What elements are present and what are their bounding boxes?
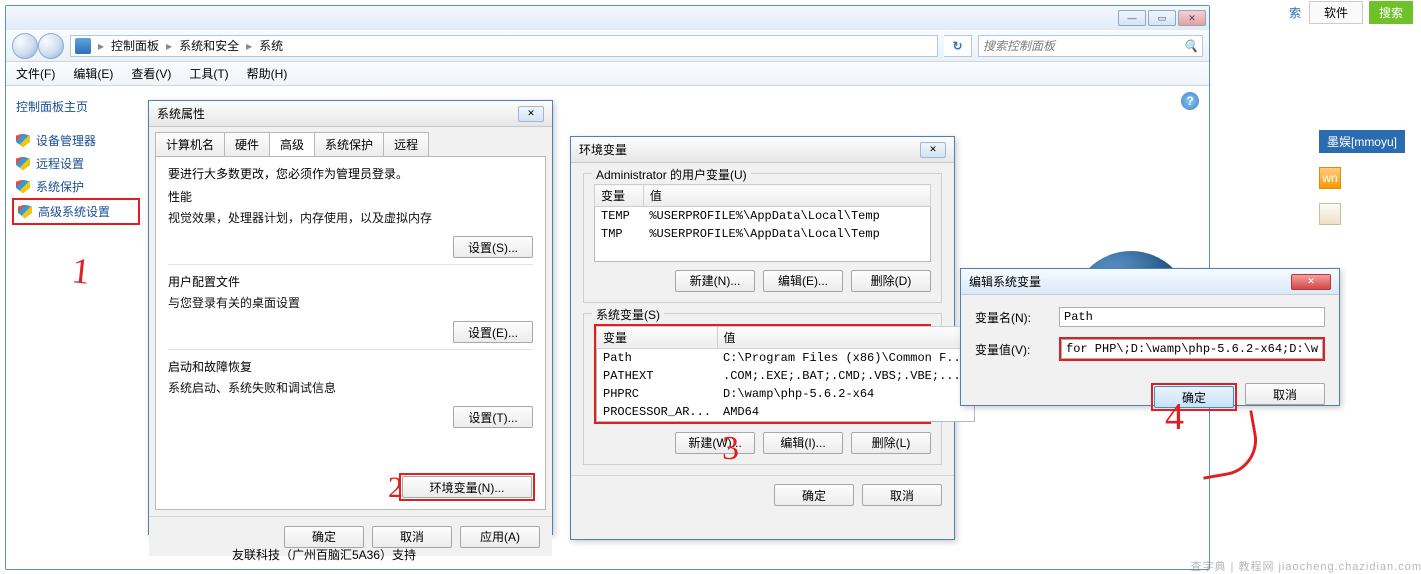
shield-icon [16, 180, 30, 194]
cp-titlebar: — ▭ ✕ [6, 6, 1209, 30]
search-icon[interactable]: 🔍 [1183, 39, 1198, 53]
link-device-mgr[interactable]: 设备管理器 [16, 129, 136, 152]
editvar-close[interactable]: ✕ [1291, 274, 1331, 290]
menu-view[interactable]: 查看(V) [131, 65, 171, 82]
ext-search-btn[interactable]: 搜索 [1369, 1, 1413, 24]
var-value-label: 变量值(V): [975, 341, 1047, 358]
right-tag[interactable]: 墨娱[mmoyu] [1319, 130, 1405, 153]
right-btn-download[interactable]: wn [1319, 167, 1341, 189]
sysprops-apply[interactable]: 应用(A) [460, 526, 540, 548]
tab-remote[interactable]: 远程 [383, 132, 429, 156]
crumb-1[interactable]: 系统和安全 [179, 37, 239, 54]
system-properties-dialog: 系统属性 ✕ 计算机名 硬件 高级 系统保护 远程 要进行大多数更改，您必须作为… [148, 100, 553, 535]
perf-desc: 视觉效果，处理器计划，内存使用，以及虚拟内存 [168, 209, 533, 226]
startup-desc: 系统启动、系统失败和调试信息 [168, 379, 533, 396]
cp-search[interactable]: 搜索控制面板 🔍 [978, 35, 1203, 57]
cp-sidebar: 控制面板主页 设备管理器 远程设置 系统保护 高级系统设置 [6, 86, 146, 569]
watermark: 查字典 | 教程网 jiaocheng.chazidian.com [1191, 558, 1421, 574]
shield-icon [16, 134, 30, 148]
link-advanced[interactable]: 高级系统设置 [12, 198, 140, 225]
var-name-label: 变量名(N): [975, 309, 1047, 326]
minimize-button[interactable]: — [1118, 10, 1146, 26]
search-placeholder: 搜索控制面板 [983, 37, 1055, 54]
link-sysprotect[interactable]: 系统保护 [16, 175, 136, 198]
menu-file[interactable]: 文件(F) [16, 65, 55, 82]
startup-settings-btn[interactable]: 设置(T)... [453, 406, 533, 428]
menu-tools[interactable]: 工具(T) [189, 65, 228, 82]
menu-edit[interactable]: 编辑(E) [73, 65, 113, 82]
ext-search-hint: 索 [1287, 2, 1303, 23]
userprof-settings-btn[interactable]: 设置(E)... [453, 321, 533, 343]
user-edit-btn[interactable]: 编辑(E)... [763, 270, 843, 292]
table-row: PATHEXT.COM;.EXE;.BAT;.CMD;.VBS;.VBE;... [597, 367, 975, 385]
userprof-label: 用户配置文件 [168, 273, 533, 290]
env-vars-btn[interactable]: 环境变量(N)... [402, 476, 532, 498]
table-row: PathC:\Program Files (x86)\Common F... [597, 348, 975, 367]
sys-new-btn[interactable]: 新建(W)... [675, 432, 755, 454]
crumb-0[interactable]: 控制面板 [111, 37, 159, 54]
table-row: PROCESSOR_AR...AMD64 [597, 403, 975, 422]
startup-label: 启动和故障恢复 [168, 358, 533, 375]
editvar-cancel[interactable]: 取消 [1245, 383, 1325, 405]
annotation-3: 3 [722, 430, 739, 468]
envvars-cancel[interactable]: 取消 [862, 484, 942, 506]
shield-icon [18, 205, 32, 219]
tab-hardware[interactable]: 硬件 [224, 132, 270, 156]
help-icon[interactable]: ? [1181, 92, 1199, 110]
user-del-btn[interactable]: 删除(D) [851, 270, 931, 292]
cp-menubar: 文件(F) 编辑(E) 查看(V) 工具(T) 帮助(H) [6, 62, 1209, 86]
refresh-button[interactable]: ↻ [944, 35, 972, 57]
user-vars-title: Administrator 的用户变量(U) [592, 166, 751, 183]
envvars-ok[interactable]: 确定 [774, 484, 854, 506]
perf-label: 性能 [168, 188, 533, 205]
nav-back[interactable] [12, 33, 38, 59]
envvars-close[interactable]: ✕ [920, 142, 946, 158]
perf-settings-btn[interactable]: 设置(S)... [453, 236, 533, 258]
userprof-desc: 与您登录有关的桌面设置 [168, 294, 533, 311]
editvar-title: 编辑系统变量 [969, 273, 1041, 290]
sys-edit-btn[interactable]: 编辑(I)... [763, 432, 843, 454]
support-text: 友联科技（广州百脑汇5A36）支持 [232, 546, 416, 563]
envvars-title: 环境变量 [579, 141, 627, 158]
table-row: PHPRCD:\wamp\php-5.6.2-x64 [597, 385, 975, 403]
sys-del-btn[interactable]: 删除(L) [851, 432, 931, 454]
user-vars-table[interactable]: 变量值 TEMP%USERPROFILE%\AppData\Local\Temp… [594, 184, 931, 262]
annotation-2: 2 [388, 471, 403, 505]
var-value-input[interactable] [1061, 339, 1323, 359]
close-button[interactable]: ✕ [1178, 10, 1206, 26]
annotation-4-arrow [1193, 410, 1263, 480]
var-name-input[interactable] [1059, 307, 1325, 327]
cp-home-link[interactable]: 控制面板主页 [16, 98, 136, 115]
table-row: TMP%USERPROFILE%\AppData\Local\Temp [595, 225, 931, 243]
tab-computername[interactable]: 计算机名 [155, 132, 225, 156]
edit-sysvar-dialog: 编辑系统变量 ✕ 变量名(N): 变量值(V): 确定 取消 [960, 268, 1340, 406]
sysprops-close[interactable]: ✕ [518, 106, 544, 122]
tab-sysprotect[interactable]: 系统保护 [314, 132, 384, 156]
address-bar[interactable]: ▸ 控制面板 ▸ 系统和安全 ▸ 系统 [70, 35, 938, 57]
table-row: TEMP%USERPROFILE%\AppData\Local\Temp [595, 207, 931, 226]
tab-advanced[interactable]: 高级 [269, 132, 315, 156]
sysprops-title: 系统属性 [157, 105, 205, 122]
env-vars-dialog: 环境变量 ✕ Administrator 的用户变量(U) 变量值 TEMP%U… [570, 136, 955, 540]
ext-tab-software[interactable]: 软件 [1309, 1, 1363, 24]
link-remote[interactable]: 远程设置 [16, 152, 136, 175]
menu-help[interactable]: 帮助(H) [247, 65, 288, 82]
sys-vars-table[interactable]: 变量值 PathC:\Program Files (x86)\Common F.… [596, 326, 975, 422]
nav-forward[interactable] [38, 33, 64, 59]
admin-notice: 要进行大多数更改，您必须作为管理员登录。 [168, 165, 533, 182]
user-new-btn[interactable]: 新建(N)... [675, 270, 755, 292]
maximize-button[interactable]: ▭ [1148, 10, 1176, 26]
sys-vars-title: 系统变量(S) [592, 306, 664, 323]
system-icon [75, 38, 91, 54]
sysprops-cancel[interactable]: 取消 [372, 526, 452, 548]
annotation-4: 4 [1165, 395, 1184, 439]
sysprops-ok[interactable]: 确定 [284, 526, 364, 548]
right-btn-generic[interactable] [1319, 203, 1341, 225]
shield-icon [16, 157, 30, 171]
crumb-2[interactable]: 系统 [259, 37, 283, 54]
